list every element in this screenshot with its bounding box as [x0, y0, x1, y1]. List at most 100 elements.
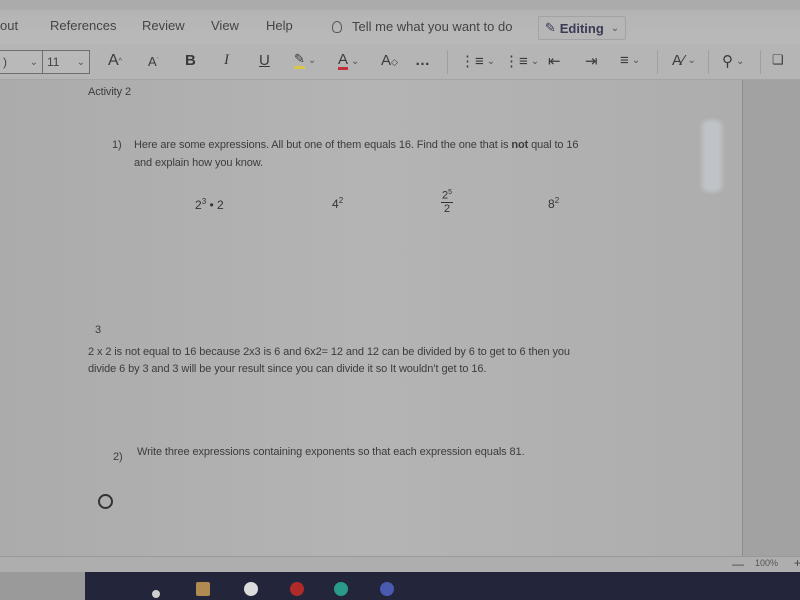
font-size-value: 11 [47, 55, 60, 69]
expr2-base: 4 [332, 197, 339, 211]
chevron-down-icon: ⌄ [530, 55, 540, 67]
expr3-num-exp: 5 [448, 189, 453, 196]
bullets-button[interactable]: ⋮≡ ⌄ [460, 52, 495, 70]
teams-icon[interactable] [380, 582, 394, 596]
fraction-numerator: 25 [441, 187, 454, 203]
app-icon[interactable] [244, 582, 258, 596]
tab-help[interactable]: Help [266, 18, 293, 33]
font-name-value: ) [3, 55, 7, 69]
grow-font-icon: A [108, 52, 119, 69]
toolbar-divider [708, 50, 709, 74]
bold-button[interactable]: B [185, 52, 196, 69]
answer-number: 3 [95, 324, 102, 336]
question-2-number: 2) [113, 451, 123, 463]
shrink-font-icon: A [148, 54, 157, 69]
zoom-in-button[interactable]: + [794, 556, 800, 570]
pencil-icon: ✎ [544, 20, 556, 35]
expression-3: 25 2 [441, 187, 454, 215]
answer-line-2: divide 6 by 3 and 3 will be your result … [88, 363, 487, 375]
tab-review[interactable]: Review [142, 18, 185, 33]
fraction-denominator: 2 [443, 202, 451, 215]
align-button[interactable]: ≡ ⌄ [620, 52, 640, 69]
increase-indent-button[interactable]: ⇥ [585, 52, 598, 70]
toolbar-divider [657, 50, 658, 74]
formatting-toolbar: ) ⌄ 11 ⌄ A ^ A ` B I U ✎ ⌄ A ⌄ A◇ … ⋮≡ ⌄ ⋮≡… [0, 44, 800, 80]
chevron-down-icon: ⌄ [736, 55, 745, 67]
search-icon: ⚲ [722, 53, 733, 70]
expr2-exp: 2 [338, 196, 344, 205]
edge-icon[interactable] [334, 582, 348, 596]
right-gutter [742, 80, 800, 558]
expression-4: 82 [548, 196, 559, 211]
chevron-down-icon: ⌄ [687, 55, 696, 66]
italic-button[interactable]: I [224, 52, 229, 69]
document-page[interactable] [0, 80, 742, 558]
toolbar-divider [447, 50, 448, 74]
font-name-select[interactable]: ) ⌄ [0, 50, 43, 74]
expr1-tail: • 2 [206, 198, 224, 212]
numbering-button[interactable]: ⋮≡ ⌄ [504, 52, 539, 70]
browser-icon[interactable] [290, 582, 304, 596]
tab-view[interactable]: View [211, 18, 239, 33]
q1-text-b: qual to 16 [528, 139, 579, 151]
font-size-select[interactable]: 11 ⌄ [42, 50, 90, 74]
reuse-files-button[interactable]: ❏ [772, 52, 784, 68]
lightbulb-icon [332, 20, 342, 33]
activity-heading: Activity 2 [88, 86, 132, 98]
styles-button[interactable]: A⁄ ⌄ [672, 52, 696, 69]
question-1-line-1: Here are some expressions. All but one o… [134, 139, 579, 151]
editing-label: Editing [559, 20, 604, 36]
expr4-base: 8 [548, 197, 555, 211]
screen-glare [702, 120, 722, 192]
toolbar-divider [760, 50, 761, 74]
tell-me-text: Tell me what you want to do [352, 19, 513, 34]
zoom-level[interactable]: 100% [755, 558, 778, 568]
font-color-icon: A [338, 51, 349, 70]
cursor-circle [98, 494, 113, 509]
highlighter-icon: ✎ [294, 52, 305, 69]
chevron-down-icon: ⌄ [631, 55, 641, 66]
bullet-list-icon: ⋮≡ [460, 53, 484, 70]
tab-layout[interactable]: out [0, 18, 18, 33]
chevron-down-icon: ⌄ [610, 22, 620, 34]
decrease-indent-icon: ⇤ [548, 53, 561, 70]
font-color-button[interactable]: A ⌄ [338, 52, 359, 70]
reuse-files-icon: ❏ [772, 52, 784, 67]
more-options-button[interactable]: … [415, 52, 430, 69]
chevron-down-icon: ⌄ [307, 55, 317, 66]
answer-line-1: 2 x 2 is not equal to 16 because 2x3 is … [88, 346, 570, 358]
chevron-down-icon: ⌄ [29, 56, 38, 68]
underline-button[interactable]: U [259, 52, 270, 69]
clear-formatting-icon: A◇ [381, 52, 398, 69]
zoom-out-button[interactable]: — [732, 557, 744, 571]
numbered-list-icon: ⋮≡ [504, 53, 528, 70]
increase-indent-icon: ⇥ [585, 53, 598, 70]
file-explorer-icon[interactable] [196, 582, 210, 596]
chevron-down-icon: ⌄ [351, 55, 360, 67]
expr4-exp: 2 [554, 196, 560, 205]
status-bar [0, 556, 800, 572]
expr1-base: 2 [195, 198, 202, 212]
shrink-font-button[interactable]: A ` [148, 54, 159, 69]
question-1-number: 1) [112, 139, 122, 151]
taskview-icon[interactable] [152, 590, 160, 598]
styles-icon: A⁄ [672, 52, 685, 69]
chevron-down-icon: ⌄ [486, 55, 496, 67]
question-1-line-2: and explain how you know. [134, 157, 263, 169]
align-justify-icon: ≡ [620, 52, 629, 69]
tell-me-search[interactable]: Tell me what you want to do [332, 19, 512, 34]
fraction: 25 2 [441, 187, 454, 215]
editing-mode-button[interactable]: ✎ Editing ⌄ [538, 16, 626, 40]
decrease-indent-button[interactable]: ⇤ [548, 52, 561, 70]
question-2-text: Write three expressions containing expon… [137, 446, 525, 458]
q1-text-a: Here are some expressions. All but one o… [134, 139, 512, 151]
tab-references[interactable]: References [50, 18, 116, 33]
expression-2: 42 [332, 196, 343, 211]
find-button[interactable]: ⚲ ⌄ [722, 52, 744, 70]
grow-font-button[interactable]: A ^ [108, 52, 122, 70]
expression-1: 23 • 2 [195, 197, 224, 212]
clear-formatting-button[interactable]: A◇ [381, 52, 398, 69]
taskbar-search-area[interactable] [0, 572, 85, 600]
title-strip [0, 0, 800, 10]
highlight-button[interactable]: ✎ ⌄ [294, 52, 316, 69]
